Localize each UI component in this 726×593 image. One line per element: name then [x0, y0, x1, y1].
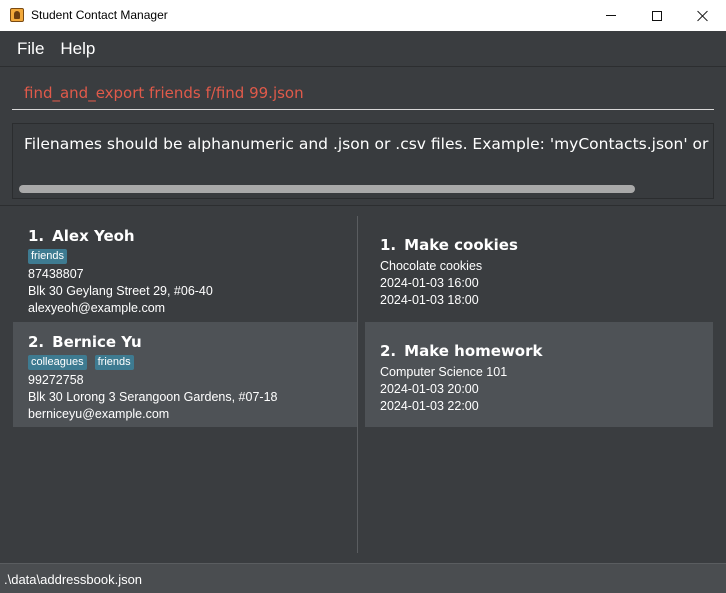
- task-description: Computer Science 101: [380, 365, 508, 379]
- result-message: Filenames should be alphanumeric and .js…: [24, 135, 713, 153]
- tag: colleagues: [28, 355, 87, 370]
- person-phone: 99272758: [28, 373, 84, 387]
- command-box: [0, 67, 726, 119]
- maximize-button[interactable]: [634, 0, 680, 31]
- task-end: 2024-01-03 22:00: [380, 399, 479, 413]
- tag: friends: [28, 249, 68, 264]
- task-start: 2024-01-03 16:00: [380, 276, 479, 290]
- window-title: Student Contact Manager: [31, 8, 168, 22]
- title-bar: Student Contact Manager: [0, 0, 726, 31]
- maximize-icon: [652, 10, 662, 21]
- person-address: Blk 30 Lorong 3 Serangoon Gardens, #07-1…: [28, 390, 278, 404]
- menu-help[interactable]: Help: [52, 39, 103, 59]
- pane-divider[interactable]: [357, 216, 358, 553]
- close-icon: [697, 10, 709, 22]
- person-phone: 87438807: [28, 267, 84, 281]
- tag: friends: [94, 355, 134, 370]
- status-file-path: .\data\addressbook.json: [4, 572, 143, 587]
- menu-bar: File Help: [0, 31, 726, 66]
- person-card[interactable]: 2. Bernice Yu colleagues friends 99272758…: [13, 322, 357, 427]
- task-end: 2024-01-03 18:00: [380, 293, 479, 307]
- status-bar: .\data\addressbook.json: [0, 563, 726, 593]
- person-name: 1. Alex Yeoh: [28, 227, 135, 245]
- minimize-button[interactable]: [588, 0, 634, 31]
- task-title: 1. Make cookies: [380, 236, 518, 254]
- tag-list: colleagues friends: [28, 355, 134, 370]
- person-card[interactable]: 1. Alex Yeoh friends 87438807 Blk 30 Geyl…: [13, 216, 357, 322]
- person-name: 2. Bernice Yu: [28, 333, 142, 351]
- person-address: Blk 30 Geylang Street 29, #06-40: [28, 284, 213, 298]
- close-button[interactable]: [680, 0, 726, 31]
- task-card[interactable]: 2. Make homework Computer Science 101 202…: [365, 322, 713, 427]
- person-email: berniceyu@example.com: [28, 407, 170, 421]
- minimize-icon: [606, 15, 616, 16]
- person-email: alexyeoh@example.com: [28, 301, 166, 315]
- result-display: Filenames should be alphanumeric and .js…: [12, 123, 714, 199]
- task-card[interactable]: 1. Make cookies Chocolate cookies 2024-01…: [365, 216, 713, 322]
- task-description: Chocolate cookies: [380, 259, 483, 273]
- horizontal-scrollbar[interactable]: [19, 185, 635, 193]
- list-area: 1. Alex Yeoh friends 87438807 Blk 30 Geyl…: [0, 206, 726, 563]
- menu-file[interactable]: File: [9, 39, 52, 59]
- tag-list: friends: [28, 249, 68, 264]
- command-input[interactable]: [12, 77, 714, 110]
- task-title: 2. Make homework: [380, 342, 543, 360]
- task-start: 2024-01-03 20:00: [380, 382, 479, 396]
- app-icon: [10, 8, 24, 22]
